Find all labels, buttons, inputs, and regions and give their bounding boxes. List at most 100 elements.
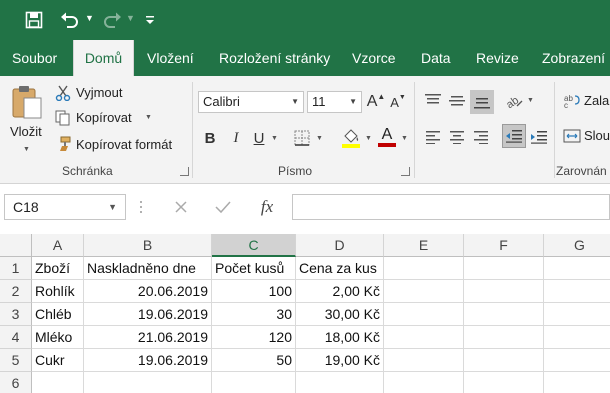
column-header-g[interactable]: G	[544, 234, 610, 257]
column-header-c[interactable]: C	[212, 234, 296, 257]
cell-f4[interactable]	[464, 326, 544, 349]
cell-a1[interactable]: Zboží	[32, 257, 84, 280]
tab-soubor[interactable]: Soubor	[2, 40, 67, 76]
cell-d2[interactable]: 2,00 Kč	[296, 280, 384, 303]
fill-color-dropdown-icon[interactable]: ▼	[365, 135, 372, 142]
borders-icon[interactable]	[292, 128, 312, 148]
cell-a2[interactable]: Rohlík	[32, 280, 84, 303]
cell-g4[interactable]	[544, 326, 610, 349]
cell-a4[interactable]: Mléko	[32, 326, 84, 349]
tab-domu[interactable]: Domů	[73, 40, 134, 76]
cell-a3[interactable]: Chléb	[32, 303, 84, 326]
cell-b2[interactable]: 20.06.2019	[84, 280, 212, 303]
cell-g2[interactable]	[544, 280, 610, 303]
cell-c5[interactable]: 50	[212, 349, 296, 372]
tab-zobrazeni[interactable]: Zobrazení	[532, 40, 610, 76]
row-header[interactable]: 5	[0, 349, 32, 372]
name-box[interactable]: C18 ▼	[4, 194, 126, 220]
align-center-icon[interactable]	[446, 126, 468, 148]
column-header-d[interactable]: D	[296, 234, 384, 257]
borders-dropdown-icon[interactable]: ▼	[316, 135, 323, 142]
paste-dropdown-icon[interactable]: ▼	[23, 146, 30, 153]
paste-icon[interactable]	[8, 82, 46, 122]
copy-label[interactable]: Kopírovat	[76, 110, 132, 125]
enter-icon[interactable]	[214, 198, 232, 216]
fill-color-icon[interactable]	[340, 126, 362, 150]
cancel-icon[interactable]	[172, 198, 190, 216]
customize-qat-icon[interactable]	[142, 8, 158, 32]
underline-button[interactable]: U	[250, 126, 268, 150]
tab-revize[interactable]: Revize	[466, 40, 529, 76]
cell-a5[interactable]: Cukr	[32, 349, 84, 372]
undo-dropdown-icon[interactable]: ▼	[85, 13, 94, 23]
row-header[interactable]: 2	[0, 280, 32, 303]
cell-f6[interactable]	[464, 372, 544, 393]
align-left-icon[interactable]	[422, 126, 444, 148]
cell-e5[interactable]	[384, 349, 464, 372]
font-color-dropdown-icon[interactable]: ▼	[401, 135, 408, 142]
cell-c1[interactable]: Počet kusů	[212, 257, 296, 280]
cell-d5[interactable]: 19,00 Kč	[296, 349, 384, 372]
orientation-icon[interactable]: ab	[503, 90, 525, 112]
clipboard-launcher-icon[interactable]	[180, 167, 189, 176]
wrap-text-label[interactable]: Zala	[584, 93, 609, 108]
merge-center-icon[interactable]	[562, 126, 582, 146]
wrap-text-icon[interactable]: ab c	[562, 91, 582, 111]
tab-data[interactable]: Data	[411, 40, 461, 76]
row-header[interactable]: 4	[0, 326, 32, 349]
cell-b3[interactable]: 19.06.2019	[84, 303, 212, 326]
cell-d3[interactable]: 30,00 Kč	[296, 303, 384, 326]
formula-input[interactable]	[292, 194, 610, 220]
cell-e3[interactable]	[384, 303, 464, 326]
cell-d6[interactable]	[296, 372, 384, 393]
paste-label[interactable]: Vložit	[10, 124, 42, 139]
shrink-font-button[interactable]: A ▼	[389, 90, 407, 114]
insert-function-icon[interactable]: fx	[256, 196, 278, 218]
align-middle-icon[interactable]	[446, 90, 468, 112]
cell-d4[interactable]: 18,00 Kč	[296, 326, 384, 349]
cell-b4[interactable]: 21.06.2019	[84, 326, 212, 349]
align-bottom-icon[interactable]	[470, 90, 494, 114]
cell-g5[interactable]	[544, 349, 610, 372]
resize-handle-icon[interactable]	[138, 200, 144, 214]
copy-icon[interactable]	[54, 109, 72, 127]
save-icon[interactable]	[22, 8, 46, 32]
grow-font-button[interactable]: A ▲	[367, 90, 386, 114]
merge-label[interactable]: Slou	[584, 128, 610, 143]
cell-g3[interactable]	[544, 303, 610, 326]
undo-icon[interactable]	[58, 8, 82, 32]
row-header[interactable]: 3	[0, 303, 32, 326]
cut-label[interactable]: Vyjmout	[76, 85, 122, 100]
column-header-b[interactable]: B	[84, 234, 212, 257]
cut-icon[interactable]	[54, 84, 72, 102]
align-right-icon[interactable]	[470, 126, 492, 148]
tab-vlozeni[interactable]: Vložení	[137, 40, 204, 76]
cell-b5[interactable]: 19.06.2019	[84, 349, 212, 372]
cell-d1[interactable]: Cena za kus	[296, 257, 384, 280]
italic-button[interactable]: I	[226, 126, 246, 150]
cell-e1[interactable]	[384, 257, 464, 280]
copy-dropdown-icon[interactable]: ▼	[145, 114, 152, 121]
font-color-button[interactable]: A	[376, 124, 398, 148]
row-header[interactable]: 1	[0, 257, 32, 280]
select-all-corner[interactable]	[0, 234, 32, 257]
cell-e2[interactable]	[384, 280, 464, 303]
decrease-indent-icon[interactable]	[502, 124, 526, 148]
cell-a6[interactable]	[32, 372, 84, 393]
redo-icon[interactable]	[100, 8, 124, 32]
column-header-f[interactable]: F	[464, 234, 544, 257]
cell-g6[interactable]	[544, 372, 610, 393]
cell-g1[interactable]	[544, 257, 610, 280]
cell-b6[interactable]	[84, 372, 212, 393]
increase-indent-icon[interactable]	[528, 126, 550, 148]
orientation-dropdown-icon[interactable]: ▼	[527, 97, 534, 104]
cell-c6[interactable]	[212, 372, 296, 393]
cell-e4[interactable]	[384, 326, 464, 349]
align-top-icon[interactable]	[422, 90, 444, 112]
column-header-e[interactable]: E	[384, 234, 464, 257]
cell-c3[interactable]: 30	[212, 303, 296, 326]
bold-button[interactable]: B	[200, 126, 220, 150]
format-painter-label[interactable]: Kopírovat formát	[76, 137, 172, 152]
cell-f1[interactable]	[464, 257, 544, 280]
cell-f3[interactable]	[464, 303, 544, 326]
